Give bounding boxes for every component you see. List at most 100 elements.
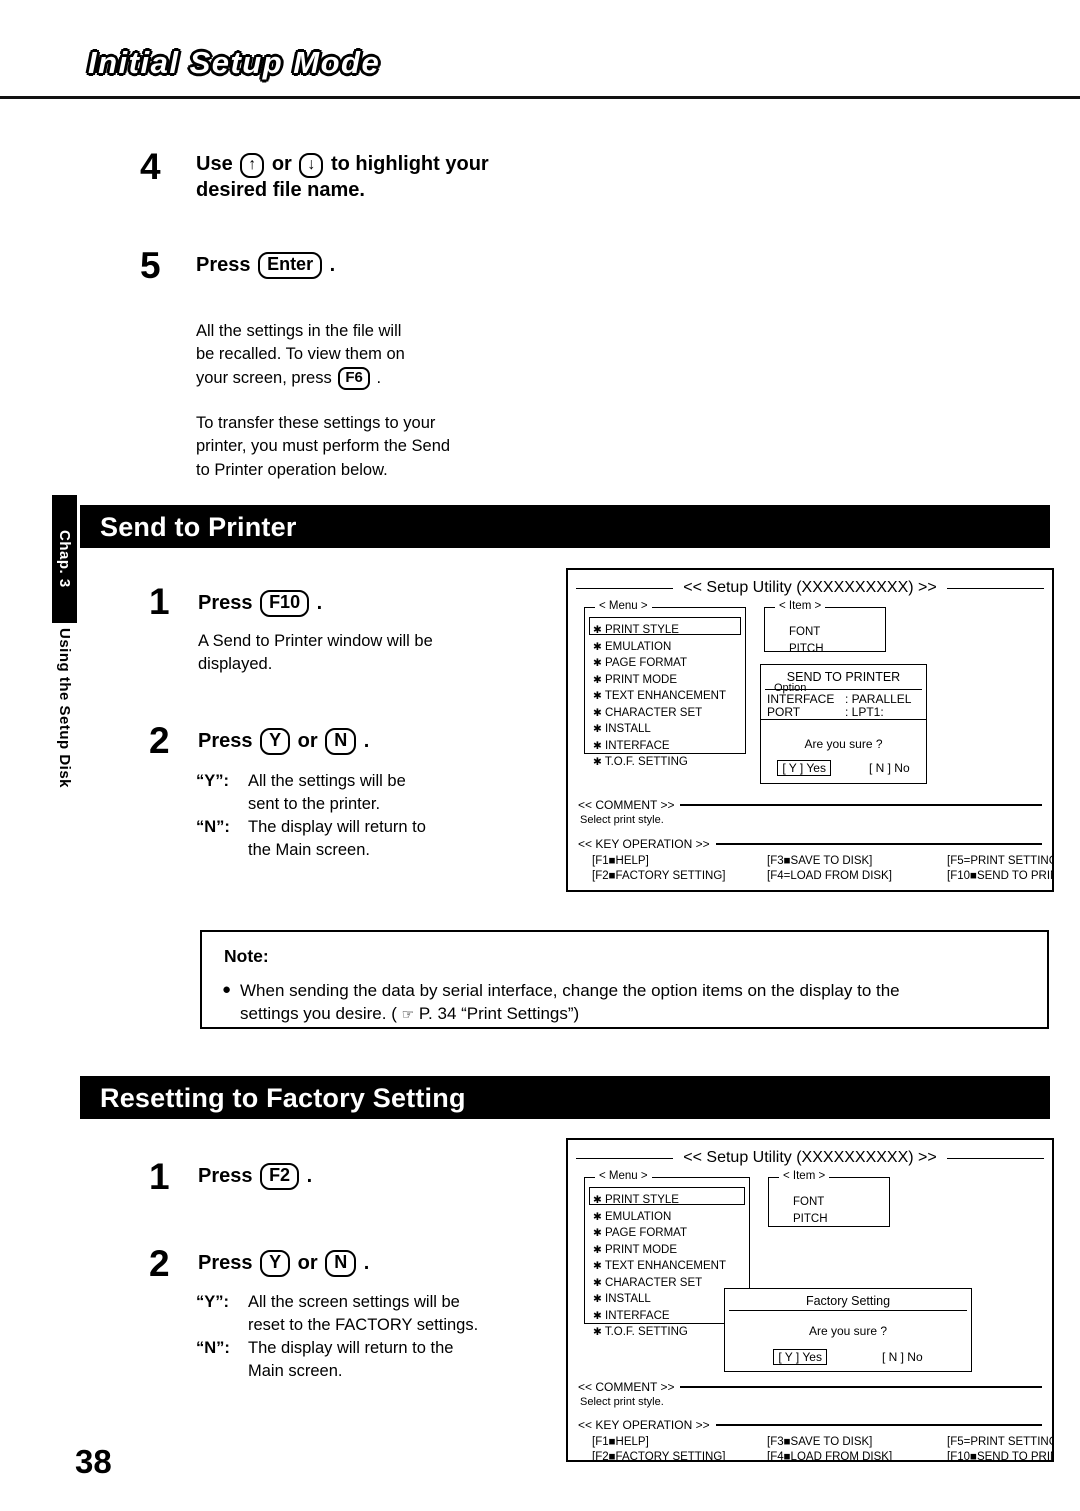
keyop-item[interactable]: [F1■HELP] xyxy=(592,1435,767,1450)
screen-factory-title-row: << Setup Utility (XXXXXXXXXX) >> xyxy=(576,1149,1045,1167)
factory-outcome-no-key: “N”: xyxy=(196,1339,230,1358)
step-4-word-or: or xyxy=(271,153,292,175)
screen-factory-menu-items: ✱ PRINT STYLE ✱ EMULATION ✱ PAGE FORMAT … xyxy=(593,1192,726,1341)
step-4-tail: to highlight xyxy=(330,153,440,175)
screen-send-menu-items: ✱ PRINT STYLE ✱ EMULATION ✱ PAGE FORMAT … xyxy=(593,622,726,771)
screen-factory-keyop-items: [F1■HELP] [F3■SAVE TO DISK] [F5=PRINT SE… xyxy=(578,1435,1052,1460)
send-step-2-or-label: or xyxy=(297,730,318,752)
menu-item[interactable]: ✱ T.O.F. SETTING xyxy=(593,1324,726,1341)
menu-item[interactable]: ✱ CHARACTER SET xyxy=(593,1275,726,1292)
keyop-item[interactable]: [F2■FACTORY SETTING] xyxy=(592,1450,767,1460)
item-value[interactable]: PITCH xyxy=(793,1211,828,1228)
screen-send-comment-head: << COMMENT >> xyxy=(578,798,1042,812)
factory-dialog-yes-button[interactable]: [ Y ] Yes xyxy=(773,1349,827,1365)
screen-factory-menu-label: < Menu > xyxy=(595,1170,652,1182)
menu-item[interactable]: ✱ INSTALL xyxy=(593,721,726,738)
step-number-4: 4 xyxy=(140,146,161,187)
f10-key[interactable]: F10 xyxy=(260,590,310,617)
screen-factory-comment-section: << COMMENT >> Select print style. xyxy=(578,1380,1042,1408)
f2-key[interactable]: F2 xyxy=(260,1163,300,1190)
send-step-1-body-line-1: A Send to Printer window will be xyxy=(198,632,433,650)
keyop-item[interactable]: [F1■HELP] xyxy=(592,854,767,869)
chapter-section-label: Using the Setup Disk xyxy=(52,628,77,883)
keyop-item[interactable]: [F10■SEND TO PRINTER] xyxy=(947,869,1052,884)
screen-send-title-rule-left xyxy=(576,587,674,589)
arrow-down-key[interactable]: ↓ xyxy=(299,153,324,178)
screen-factory-item-values: FONT PITCH xyxy=(793,1194,828,1227)
n-key[interactable]: N xyxy=(325,1250,357,1277)
menu-item[interactable]: ✱ INSTALL xyxy=(593,1291,726,1308)
arrow-up-key[interactable]: ↑ xyxy=(240,153,265,178)
keyop-item[interactable]: [F4=LOAD FROM DISK] xyxy=(767,869,947,884)
screen-factory-title-rule-left xyxy=(576,1157,674,1159)
recall-line-3-text: your screen, press xyxy=(196,368,332,387)
factory-step-1-instruction: Press F2 . xyxy=(198,1163,312,1190)
screen-factory-title-rule-right xyxy=(946,1157,1045,1159)
menu-item[interactable]: ✱ PRINT STYLE xyxy=(593,1192,726,1209)
factory-outcome-no: “N”: The display will return to the Main… xyxy=(196,1337,546,1383)
menu-item[interactable]: ✱ TEXT ENHANCEMENT xyxy=(593,688,726,705)
enter-key[interactable]: Enter xyxy=(258,252,323,279)
screen-send-title-rule-right xyxy=(946,587,1045,589)
chapter-tab-label: Chap. 3 xyxy=(52,495,77,623)
menu-item[interactable]: ✱ INTERFACE xyxy=(593,738,726,755)
send-outcome-yes: “Y”: All the settings will be sent to th… xyxy=(196,770,536,816)
screen-send-menu-panel: < Menu > ✱ PRINT STYLE ✱ EMULATION ✱ PAG… xyxy=(584,600,746,768)
screen-factory-comment-label: << COMMENT >> xyxy=(578,1380,675,1394)
item-value[interactable]: PITCH xyxy=(789,641,824,658)
keyop-item[interactable]: [F10■SEND TO PRINTER] xyxy=(947,1450,1052,1460)
menu-item[interactable]: ✱ TEXT ENHANCEMENT xyxy=(593,1258,726,1275)
screen-send-title-row: << Setup Utility (XXXXXXXXXX) >> xyxy=(576,579,1045,597)
screen-factory-title: << Setup Utility (XXXXXXXXXX) >> xyxy=(683,1149,937,1166)
item-value[interactable]: FONT xyxy=(793,1194,828,1211)
menu-item[interactable]: ✱ EMULATION xyxy=(593,1209,726,1226)
y-key[interactable]: Y xyxy=(260,728,291,755)
keyop-item[interactable]: [F3■SAVE TO DISK] xyxy=(767,1435,947,1450)
factory-step-number-2: 2 xyxy=(149,1243,170,1284)
screen-factory-keyop-label: << KEY OPERATION >> xyxy=(578,1418,710,1432)
send-dialog-no-button[interactable]: [ N ] No xyxy=(869,761,910,775)
screen-send-keyop-label: << KEY OPERATION >> xyxy=(578,837,710,851)
menu-item[interactable]: ✱ PRINT MODE xyxy=(593,1242,726,1259)
send-dialog-yes-button[interactable]: [ Y ] Yes xyxy=(777,760,831,776)
recall-line-2: be recalled. To view them on xyxy=(196,345,405,364)
screen-send-title: << Setup Utility (XXXXXXXXXX) >> xyxy=(683,579,937,596)
step-5-press-label: Press xyxy=(196,254,251,276)
menu-item[interactable]: ✱ PRINT MODE xyxy=(593,672,726,689)
factory-outcome-yes: “Y”: All the screen settings will be res… xyxy=(196,1291,546,1337)
n-key[interactable]: N xyxy=(325,728,357,755)
keyop-item[interactable]: [F5=PRINT SETTING] xyxy=(947,1435,1052,1450)
menu-item[interactable]: ✱ CHARACTER SET xyxy=(593,705,726,722)
keyop-item[interactable]: [F4■LOAD FROM DISK] xyxy=(767,1450,947,1460)
factory-dialog-no-button[interactable]: [ N ] No xyxy=(882,1350,923,1364)
keyop-item[interactable]: [F5=PRINT SETTING] xyxy=(947,854,1052,869)
recall-line-3-period: . xyxy=(376,368,382,387)
send-to-printer-dialog-confirm: Are you sure ? [ Y ] Yes [ N ] No xyxy=(760,719,927,784)
menu-item[interactable]: ✱ EMULATION xyxy=(593,639,726,656)
menu-item[interactable]: ✱ PAGE FORMAT xyxy=(593,1225,726,1242)
screen-send-keyop-items: [F1■HELP] [F3■SAVE TO DISK] [F5=PRINT SE… xyxy=(578,854,1052,885)
menu-item[interactable]: ✱ PAGE FORMAT xyxy=(593,655,726,672)
f6-key[interactable]: F6 xyxy=(338,366,370,391)
factory-outcome-yes-text: All the screen settings will be reset to… xyxy=(248,1293,479,1335)
send-step-2-period: . xyxy=(363,730,370,752)
menu-item[interactable]: ✱ PRINT STYLE xyxy=(593,622,726,639)
factory-setting-dialog: Factory Setting Are you sure ? [ Y ] Yes… xyxy=(724,1288,972,1372)
send-step-number-2: 2 xyxy=(149,720,170,761)
menu-item[interactable]: ✱ T.O.F. SETTING xyxy=(593,754,726,771)
section-title-send-to-printer: Send to Printer xyxy=(100,512,297,542)
screen-send-item-panel: < Item > FONT PITCH xyxy=(764,600,886,655)
screen-send-comment-text: Select print style. xyxy=(580,814,664,826)
setup-utility-screen-send: << Setup Utility (XXXXXXXXXX) >> < Menu … xyxy=(566,568,1054,892)
item-value[interactable]: FONT xyxy=(789,624,824,641)
factory-step-1-press-label: Press xyxy=(198,1165,253,1187)
menu-item[interactable]: ✱ INTERFACE xyxy=(593,1308,726,1325)
y-key[interactable]: Y xyxy=(260,1250,291,1277)
manual-page: Initial Setup Mode Chap. 3 Using the Set… xyxy=(0,0,1080,1511)
screen-send-comment-section: << COMMENT >> Select print style. xyxy=(578,798,1042,826)
send-dialog-row-interface: INTERFACE: PARALLEL xyxy=(767,692,912,706)
send-outcome-no-text: The display will return to the Main scre… xyxy=(248,818,426,860)
keyop-item[interactable]: [F3■SAVE TO DISK] xyxy=(767,854,947,869)
factory-dialog-title: Factory Setting xyxy=(805,1294,891,1308)
keyop-item[interactable]: [F2■FACTORY SETTING] xyxy=(592,869,767,884)
